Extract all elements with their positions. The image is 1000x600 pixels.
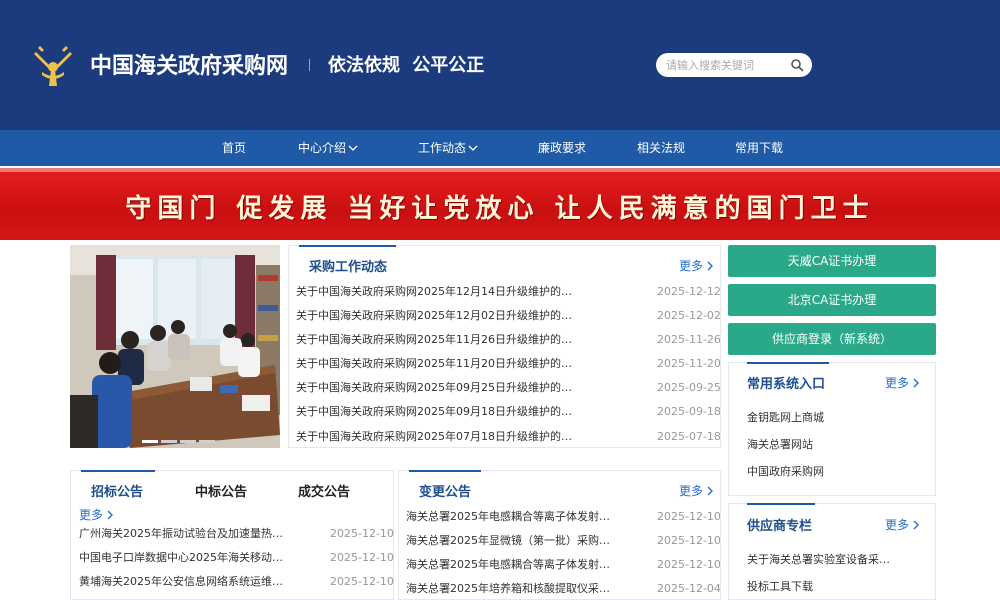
carousel-dot[interactable] (142, 440, 158, 443)
news-item[interactable]: 关于中国海关政府采购网2025年09月25日升级维护的… (296, 378, 572, 398)
news-more-link[interactable]: 更多 (679, 257, 714, 274)
tender-item[interactable]: 广州海关2025年振动试验台及加速量热… (79, 524, 283, 544)
supplier-more-link[interactable]: 更多 (885, 516, 920, 533)
nav-label: 相关法规 (637, 141, 686, 155)
supplier-login-button[interactable]: 供应商登录（新系统） (728, 323, 936, 355)
news-item[interactable]: 关于中国海关政府采购网2025年09月18日升级维护的… (296, 402, 572, 422)
search-input[interactable] (666, 56, 784, 74)
more-label: 更多 (79, 508, 104, 522)
tenders-more-link[interactable]: 更多 (79, 506, 114, 523)
carousel-dot[interactable] (161, 440, 177, 443)
slogan-banner: 守国门 促发展 当好让党放心 让人民满意的国门卫士 (0, 168, 1000, 240)
beijing-ca-button[interactable]: 北京CA证书办理 (728, 284, 936, 316)
nav-label: 常用下载 (735, 141, 784, 155)
news-date: 2025-11-26 (657, 333, 721, 346)
tab-tender-notice[interactable]: 招标公告 (91, 481, 143, 500)
change-date: 2025-12-04 (657, 582, 721, 595)
site-header: 中国海关政府采购网 依法依规 公平公正 (0, 0, 1000, 130)
news-date: 2025-09-18 (657, 405, 721, 418)
system-link-customs[interactable]: 海关总署网站 (747, 436, 813, 452)
search-icon[interactable] (790, 58, 804, 72)
more-label: 更多 (885, 518, 910, 532)
meeting-photo (70, 245, 280, 448)
panel-title-underline (747, 362, 829, 364)
panel-title-underline (747, 503, 815, 505)
nav-label: 工作动态 (418, 141, 467, 155)
banner-text: 守国门 促发展 当好让党放心 让人民满意的国门卫士 (125, 194, 875, 224)
news-item[interactable]: 关于中国海关政府采购网2025年11月20日升级维护的… (296, 354, 572, 374)
nav-item-about[interactable]: 中心介绍 (298, 130, 358, 166)
panel-title-underline (81, 470, 155, 472)
nav-item-work-news[interactable]: 工作动态 (418, 130, 478, 166)
main-nav: 首页 中心介绍 工作动态 廉政要求 相关法规 常用下载 (0, 130, 1000, 166)
nav-label: 廉政要求 (538, 141, 587, 155)
nav-item-downloads[interactable]: 常用下载 (735, 130, 783, 166)
changes-more-link[interactable]: 更多 (679, 482, 714, 499)
panel-title-underline (299, 245, 396, 247)
nav-item-regulations[interactable]: 相关法规 (637, 130, 685, 166)
chevron-down-icon (468, 145, 478, 151)
banner-highlight (0, 168, 1000, 172)
news-date: 2025-07-18 (657, 430, 721, 443)
news-date: 2025-12-12 (657, 285, 721, 298)
change-item[interactable]: 海关总署2025年电感耦合等离子体发射… (406, 507, 610, 527)
header-divider (309, 59, 310, 71)
chevron-right-icon (107, 510, 114, 520)
tab-award-notice[interactable]: 中标公告 (195, 481, 247, 500)
changes-panel-title: 变更公告 (419, 485, 472, 500)
news-date: 2025-11-20 (657, 357, 721, 370)
tender-item[interactable]: 黄埔海关2025年公安信息网络系统运维… (79, 572, 283, 592)
supplier-panel-title: 供应商专栏 (747, 519, 813, 534)
carousel-dot[interactable] (199, 440, 215, 443)
news-date: 2025-09-25 (657, 381, 721, 394)
panel-title-underline (409, 470, 481, 472)
chevron-right-icon (913, 520, 920, 530)
change-date: 2025-12-10 (657, 534, 721, 547)
tender-date: 2025-12-10 (330, 575, 394, 588)
chevron-right-icon (913, 378, 920, 388)
tianwei-ca-button[interactable]: 天威CA证书办理 (728, 245, 936, 277)
tender-date: 2025-12-10 (330, 551, 394, 564)
nav-label: 中心介绍 (298, 141, 347, 155)
change-item[interactable]: 海关总署2025年培养箱和核酸提取仪采… (406, 579, 610, 599)
system-link-ccgp[interactable]: 中国政府采购网 (747, 463, 824, 479)
customs-emblem-icon[interactable] (30, 42, 76, 88)
change-item[interactable]: 海关总署2025年显微镜（第一批）采购… (406, 531, 610, 551)
chevron-right-icon (707, 261, 714, 271)
site-slogan: 依法依规 公平公正 (328, 55, 485, 76)
tender-item[interactable]: 中国电子口岸数据中心2025年海关移动… (79, 548, 283, 568)
supplier-link[interactable]: 投标工具下载 (747, 578, 813, 594)
nav-item-home[interactable]: 首页 (222, 130, 246, 166)
news-item[interactable]: 关于中国海关政府采购网2025年12月02日升级维护的… (296, 306, 572, 326)
news-item[interactable]: 关于中国海关政府采购网2025年12月14日升级维护的… (296, 282, 572, 302)
chevron-right-icon (707, 486, 714, 496)
supplier-link[interactable]: 关于海关总署实验室设备采… (747, 551, 890, 567)
change-date: 2025-12-10 (657, 558, 721, 571)
search-box (656, 53, 812, 77)
news-date: 2025-12-02 (657, 309, 721, 322)
chevron-down-icon (348, 145, 358, 151)
carousel-dot[interactable] (180, 440, 196, 443)
supplier-panel: 供应商专栏 更多 关于海关总署实验室设备采… 投标工具下载 (728, 503, 936, 600)
more-label: 更多 (679, 259, 704, 273)
change-item[interactable]: 海关总署2025年电感耦合等离子体发射… (406, 555, 610, 575)
change-date: 2025-12-10 (657, 510, 721, 523)
systems-panel-title: 常用系统入口 (747, 377, 826, 392)
more-label: 更多 (885, 376, 910, 390)
tender-date: 2025-12-10 (330, 527, 394, 540)
tab-deal-notice[interactable]: 成交公告 (298, 481, 350, 500)
systems-more-link[interactable]: 更多 (885, 374, 920, 391)
site-name[interactable]: 中国海关政府采购网 (90, 48, 288, 80)
carousel-image[interactable] (70, 245, 280, 448)
systems-panel: 常用系统入口 更多 金钥匙网上商城 海关总署网站 中国政府采购网 (728, 362, 936, 496)
more-label: 更多 (679, 484, 704, 498)
nav-item-integrity[interactable]: 廉政要求 (538, 130, 586, 166)
nav-label: 首页 (222, 141, 247, 155)
news-item[interactable]: 关于中国海关政府采购网2025年07月18日升级维护的… (296, 427, 572, 447)
news-item[interactable]: 关于中国海关政府采购网2025年11月26日升级维护的… (296, 330, 572, 350)
news-panel-title: 采购工作动态 (309, 260, 388, 275)
system-link-jinyaoshi[interactable]: 金钥匙网上商城 (747, 409, 824, 425)
